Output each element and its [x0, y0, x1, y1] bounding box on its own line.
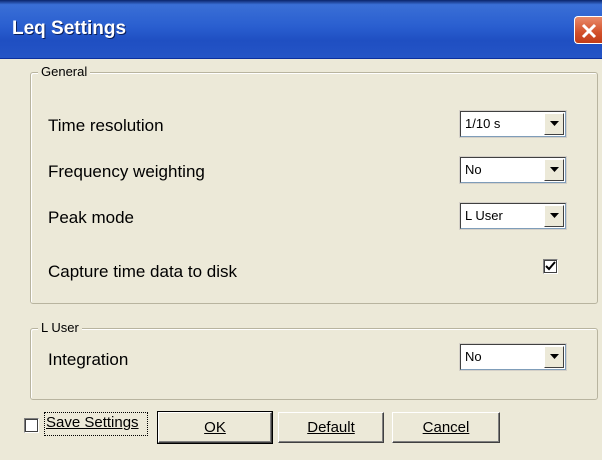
peak-mode-select[interactable]: L User [459, 202, 567, 230]
chevron-down-icon [550, 354, 559, 359]
peak-mode-label: Peak mode [48, 208, 134, 227]
time-resolution-select[interactable]: 1/10 s [459, 110, 567, 138]
close-button[interactable] [574, 16, 602, 44]
integration-value: No [465, 349, 482, 364]
dropdown-arrow-button[interactable] [544, 113, 564, 135]
close-icon [581, 23, 597, 39]
chevron-down-icon [550, 213, 559, 218]
l-user-legend: L User [38, 320, 82, 335]
frequency-weighting-value: No [465, 162, 482, 177]
peak-mode-value: L User [465, 208, 503, 223]
title-bar[interactable]: Leq Settings [0, 0, 602, 59]
window-title: Leq Settings [12, 18, 127, 39]
frequency-weighting-label: Frequency weighting [48, 162, 205, 181]
integration-label: Integration [48, 350, 129, 369]
dropdown-arrow-button[interactable] [544, 346, 564, 368]
save-settings-label[interactable]: Save Settings [46, 414, 139, 431]
checkmark-icon [545, 261, 556, 271]
save-settings-checkbox[interactable] [24, 418, 39, 433]
general-legend: General [38, 64, 91, 79]
chevron-down-icon [550, 121, 559, 126]
chevron-down-icon [550, 167, 559, 172]
dropdown-arrow-button[interactable] [544, 205, 564, 227]
time-resolution-label: Time resolution [48, 116, 164, 135]
frequency-weighting-select[interactable]: No [459, 156, 567, 184]
capture-time-data-checkbox[interactable] [543, 259, 558, 274]
ok-button[interactable]: OK [157, 411, 273, 444]
time-resolution-value: 1/10 s [465, 116, 501, 131]
cancel-button[interactable]: Cancel [392, 412, 500, 443]
integration-select[interactable]: No [459, 343, 567, 371]
default-button[interactable]: Default [278, 412, 384, 443]
capture-time-data-label: Capture time data to disk [48, 262, 237, 281]
dropdown-arrow-button[interactable] [544, 159, 564, 181]
